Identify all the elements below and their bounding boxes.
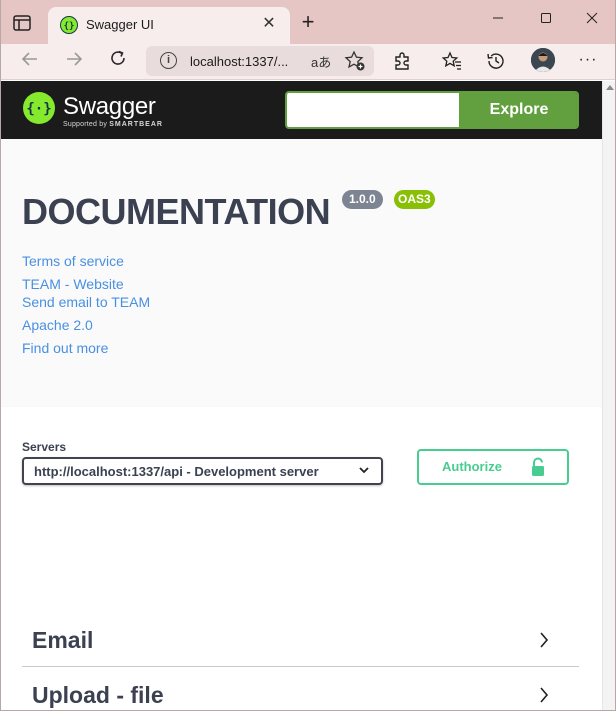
swagger-tagline: Supported by SMARTBEAR bbox=[63, 121, 163, 128]
tag-section-email[interactable]: Email bbox=[22, 613, 579, 667]
explore-form: Explore bbox=[285, 91, 579, 129]
title-bar: {} Swagger UI ✕ + bbox=[1, 0, 615, 44]
profile-avatar[interactable] bbox=[531, 48, 555, 72]
info-section: DOCUMENTATION 1.0.0 OAS3 Terms of servic… bbox=[1, 139, 602, 407]
chevron-down-icon bbox=[359, 467, 369, 474]
settings-menu-icon[interactable]: ··· bbox=[576, 49, 600, 73]
website-link[interactable]: TEAM - Website bbox=[22, 276, 124, 292]
add-favorite-icon[interactable] bbox=[344, 50, 366, 72]
authorize-button[interactable]: Authorize bbox=[417, 449, 569, 485]
site-info-icon[interactable]: i bbox=[160, 52, 177, 69]
read-aloud-icon[interactable]: aあ bbox=[311, 52, 331, 71]
svg-text:{·}: {·} bbox=[26, 101, 51, 117]
swagger-brand: Swagger bbox=[63, 93, 156, 120]
tagline-brand: SMARTBEAR bbox=[109, 121, 163, 128]
tagline-prefix: Supported by bbox=[63, 121, 108, 128]
svg-text:{}: {} bbox=[64, 22, 75, 32]
browser-tab-active[interactable]: {} Swagger UI ✕ bbox=[48, 7, 290, 44]
tab-title: Swagger UI bbox=[86, 17, 154, 32]
oas-badge: OAS3 bbox=[394, 190, 435, 209]
forward-icon[interactable] bbox=[61, 49, 87, 75]
servers-selected-value: http://localhost:1337/api - Development … bbox=[34, 464, 319, 479]
tag-section-upload-file[interactable]: Upload - file bbox=[22, 668, 579, 710]
terms-of-service-link[interactable]: Terms of service bbox=[22, 253, 124, 269]
tab-close-icon[interactable]: ✕ bbox=[260, 14, 278, 34]
servers-label: Servers bbox=[22, 440, 67, 454]
tab-actions-icon[interactable] bbox=[11, 12, 33, 34]
address-bar-url[interactable]: localhost:1337/... bbox=[190, 54, 288, 69]
history-icon[interactable] bbox=[485, 50, 509, 74]
extensions-icon[interactable] bbox=[391, 50, 415, 74]
favorites-icon[interactable] bbox=[441, 50, 465, 74]
back-icon[interactable] bbox=[17, 49, 43, 75]
version-badge: 1.0.0 bbox=[342, 190, 383, 209]
swagger-topbar: {·} Swagger Supported by SMARTBEAR Explo… bbox=[1, 81, 602, 139]
address-bar[interactable]: i localhost:1337/... aあ bbox=[146, 46, 374, 76]
unlocked-icon bbox=[532, 457, 544, 476]
swagger-logo-icon[interactable]: {·} bbox=[22, 91, 56, 125]
swagger-favicon-icon: {} bbox=[60, 16, 78, 34]
page-title: DOCUMENTATION bbox=[22, 191, 331, 232]
tag-name: Upload - file bbox=[32, 682, 164, 708]
explore-button[interactable]: Explore bbox=[459, 93, 577, 127]
chevron-right-icon bbox=[540, 687, 549, 703]
tag-name: Email bbox=[32, 627, 94, 653]
maximize-icon[interactable] bbox=[531, 8, 561, 32]
authorize-label: Authorize bbox=[442, 459, 502, 474]
refresh-icon[interactable] bbox=[105, 49, 131, 75]
servers-select[interactable]: http://localhost:1337/api - Development … bbox=[22, 457, 383, 485]
browser-window: {} Swagger UI ✕ + i localhost:1337/... a… bbox=[0, 0, 616, 711]
close-window-icon[interactable] bbox=[577, 8, 607, 32]
email-link[interactable]: Send email to TEAM bbox=[22, 294, 150, 310]
license-link[interactable]: Apache 2.0 bbox=[22, 317, 93, 333]
external-docs-link[interactable]: Find out more bbox=[22, 340, 108, 356]
scheme-container: Servers http://localhost:1337/api - Deve… bbox=[1, 407, 602, 516]
scroll-up-arrow-icon[interactable] bbox=[606, 85, 614, 90]
new-tab-button[interactable]: + bbox=[297, 11, 319, 34]
navigation-bar: i localhost:1337/... aあ ··· bbox=[1, 44, 615, 80]
operations-tags: Email Upload - file bbox=[1, 516, 602, 710]
chevron-right-icon bbox=[540, 632, 549, 648]
page-viewport: {·} Swagger Supported by SMARTBEAR Explo… bbox=[1, 81, 602, 710]
page-scrollbar[interactable] bbox=[602, 81, 615, 710]
explore-url-input[interactable] bbox=[287, 93, 459, 127]
minimize-icon[interactable] bbox=[483, 8, 513, 32]
